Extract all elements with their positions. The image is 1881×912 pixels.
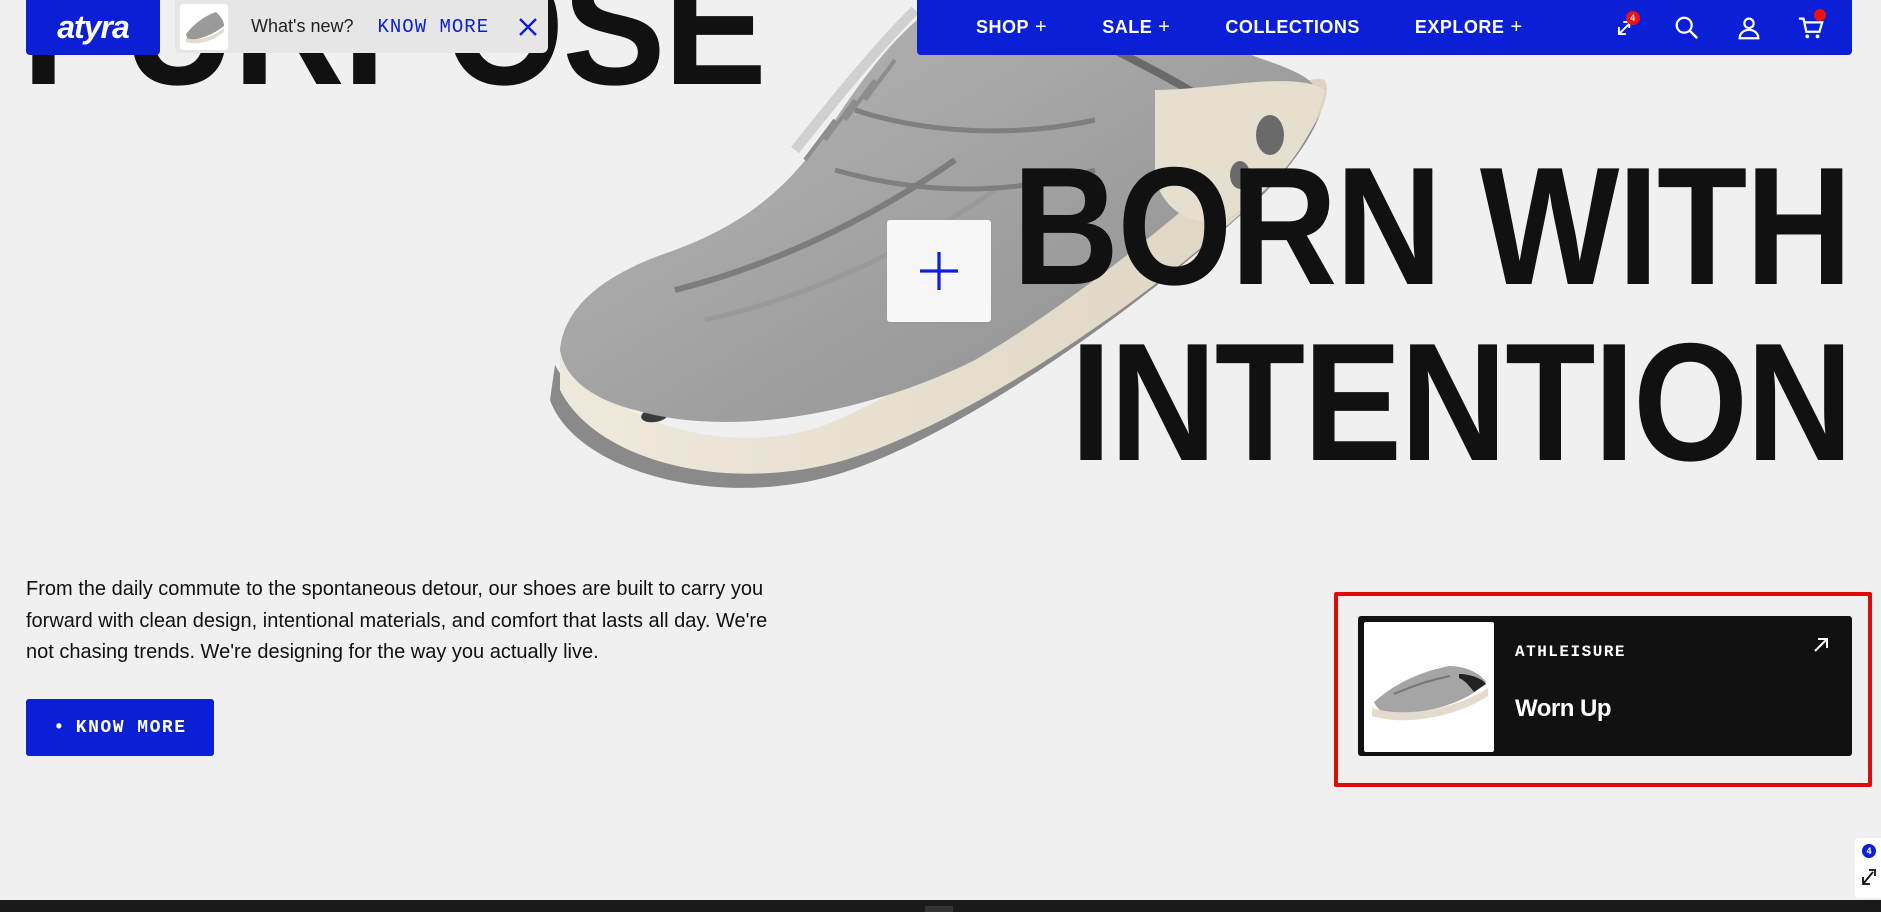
plus-icon: + [1158,16,1171,38]
product-card[interactable]: ATHLEISURE Worn Up [1358,616,1852,756]
announcement-thumbnail [180,3,228,50]
cart-indicator-dot [1813,8,1826,21]
hero-headline-line2: INTENTION [1070,308,1853,496]
plus-icon [920,252,958,290]
compare-icon[interactable]: 4 [1610,10,1640,43]
compare-icon [1862,869,1876,885]
hero-description: From the daily commute to the spontaneou… [26,578,768,663]
product-card-category: ATHLEISURE [1515,643,1627,661]
know-more-button-label: KNOW MORE [75,717,187,738]
know-more-button[interactable]: • KNOW MORE [26,699,214,756]
nav-item-shop[interactable]: SHOP + [976,16,1047,39]
nav-item-collections[interactable]: COLLECTIONS [1225,16,1360,39]
nav-item-explore[interactable]: EXPLORE + [1415,16,1523,39]
compare-side-count: 4 [1862,844,1876,858]
hero-headline-line1: BORN WITH [1012,132,1853,320]
plus-icon: + [1035,16,1048,38]
arrow-up-right-icon [1814,638,1828,652]
announcement-know-more-link[interactable]: KNOW MORE [377,16,489,38]
product-card-name: Worn Up [1515,695,1612,722]
compare-side-widget[interactable]: 4 [1855,838,1881,898]
footer-handle [925,906,953,912]
announcement-label: What's new? [251,16,354,36]
account-icon[interactable] [1734,13,1764,43]
close-icon[interactable] [517,16,539,38]
plus-icon: + [1510,16,1523,38]
cart-icon[interactable] [1796,8,1826,43]
bullet-icon: • [53,717,66,738]
nav-item-sale[interactable]: SALE + [1102,16,1170,39]
product-hotspot-button[interactable] [887,220,991,322]
main-nav: SHOP + SALE + COLLECTIONS EXPLORE + 4 [917,0,1852,55]
announcement-bar: What's new? KNOW MORE [175,0,548,53]
compare-count-badge: 4 [1625,10,1640,25]
search-icon[interactable] [1672,13,1702,43]
product-card-image [1364,622,1494,752]
brand-logo[interactable]: atyra [26,0,160,55]
